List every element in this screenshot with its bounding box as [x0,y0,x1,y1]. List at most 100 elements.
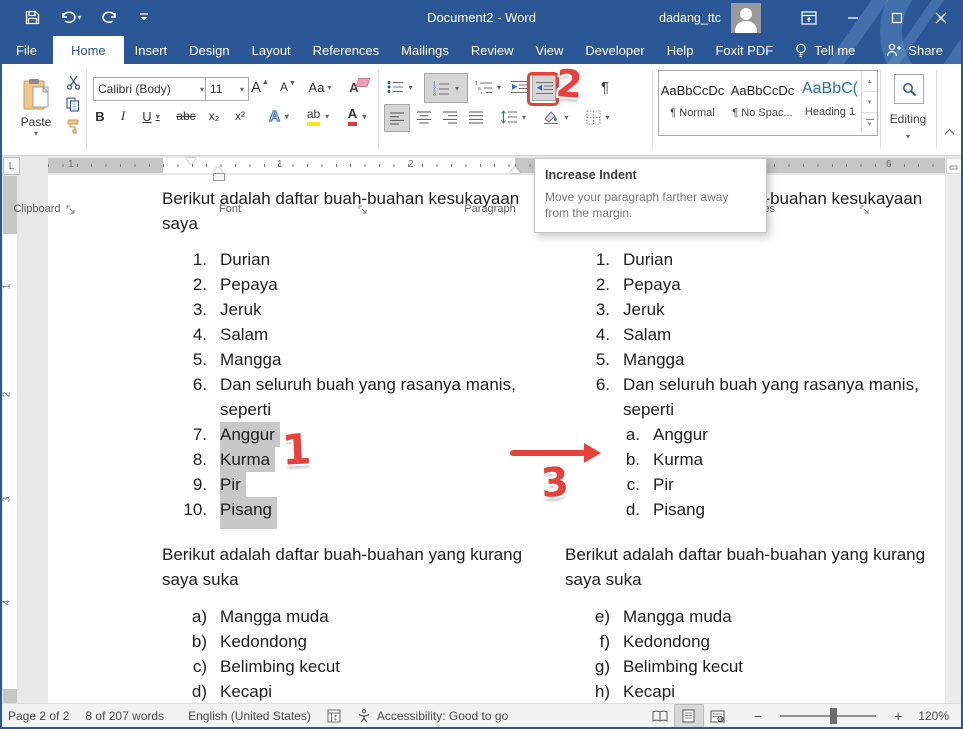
close-button[interactable] [919,0,963,36]
list-item: 3.Jeruk [182,297,560,322]
tab-layout[interactable]: Layout [241,36,302,64]
shrink-font-button[interactable]: A▼ [276,75,300,99]
strikethrough-button[interactable]: abc [172,104,200,128]
list-text: Jeruk [623,297,665,322]
maximize-button[interactable] [875,0,919,36]
tab-insert[interactable]: Insert [124,36,179,64]
list-item: 7.Anggur [182,422,560,447]
list-text: Kedondong [623,629,710,654]
zoom-level[interactable]: 120% [910,704,963,728]
bullets-button[interactable]: ▾ [384,75,416,99]
paste-button[interactable]: Paste ▾ [10,72,62,144]
font-family-dropdown-arrow[interactable]: ▾ [196,85,204,94]
copy-button[interactable] [62,94,84,114]
text-effects-button[interactable]: A▾ [262,104,296,128]
list-text: Mangga muda [623,604,732,629]
style-heading1[interactable]: AaBbC( Heading 1 [799,71,861,133]
list-marker: 8. [182,447,207,472]
grow-font-button[interactable]: A▲ [248,75,272,99]
cut-button[interactable] [62,72,84,92]
page-indicator[interactable]: Page 2 of 2 [0,704,77,728]
macro-record-button[interactable] [319,704,349,728]
align-center-button[interactable] [412,104,436,130]
read-mode-button[interactable] [646,705,674,727]
tab-view[interactable]: View [524,36,574,64]
numbering-button[interactable]: 123 ▾ [424,73,468,103]
font-dialog-launcher[interactable] [358,205,370,217]
paste-dropdown-arrow[interactable]: ▾ [34,129,38,138]
styles-scroll-up[interactable]: ▴ [862,71,877,91]
shading-button[interactable]: ▾ [538,104,574,130]
zoom-out-button[interactable]: − [732,704,770,728]
tab-developer[interactable]: Developer [574,36,655,64]
italic-button[interactable]: I [113,104,133,128]
tab-file[interactable]: File [0,36,53,64]
accessibility-status[interactable]: Accessibility: Good to go [349,704,516,728]
text-highlight-button[interactable]: ab▾ [300,104,336,128]
justify-button[interactable] [464,104,488,130]
ribbon-display-options-button[interactable] [787,0,831,36]
tab-selector-button[interactable]: L [3,157,20,175]
hanging-indent-marker[interactable] [213,166,223,173]
share-button[interactable]: Share [875,36,963,64]
show-paragraph-marks-button[interactable]: ¶ [594,75,616,99]
font-size-dropdown-arrow[interactable]: ▾ [236,85,244,94]
horizontal-ruler[interactable]: 1 1 2 6 [0,155,963,176]
tab-foxit-pdf[interactable]: Foxit PDF [704,36,784,64]
word-count[interactable]: 8 of 207 words [77,704,172,728]
line-spacing-button[interactable]: ▾ [496,104,530,130]
web-layout-button[interactable] [704,705,732,727]
zoom-in-button[interactable]: + [886,704,910,728]
first-line-indent-marker[interactable] [186,158,196,165]
borders-icon [586,110,601,125]
tab-help[interactable]: Help [656,36,705,64]
list-marker: f) [585,629,610,654]
tab-review[interactable]: Review [460,36,525,64]
align-left-button[interactable] [384,104,410,132]
collapse-ribbon-button[interactable] [940,122,958,140]
editing-dropdown-arrow[interactable]: ▾ [884,128,932,142]
superscript-button[interactable]: x² [228,104,252,128]
style-normal[interactable]: AaBbCcDc ¶ Normal [659,71,726,133]
left-indent-marker[interactable] [213,173,225,181]
underline-button[interactable]: U▾ [136,104,166,128]
subscript-button[interactable]: x₂ [202,104,226,128]
list-item: 9.Pir [182,472,560,497]
list-item: 2.Pepaya [585,272,945,297]
align-right-button[interactable] [438,104,462,130]
editing-group[interactable]: Editing ▾ [884,70,932,200]
clipboard-dialog-launcher[interactable] [66,205,78,217]
borders-button[interactable]: ▾ [580,104,616,130]
language-indicator[interactable]: English (United States) [180,704,319,728]
clear-formatting-button[interactable]: A [346,75,372,99]
tab-design[interactable]: Design [178,36,240,64]
format-painter-button[interactable] [62,116,84,136]
change-case-button[interactable]: Aa▾ [304,75,336,99]
tab-references[interactable]: References [302,36,390,64]
minimize-button[interactable] [831,0,875,36]
right-indent-marker[interactable] [510,166,520,173]
font-family-combobox[interactable]: Calibri (Body)▾ [93,77,209,101]
find-button[interactable] [894,74,924,104]
signed-in-user[interactable]: dadang_ttc [659,11,721,25]
vertical-ruler[interactable]: 1 2 3 4 [3,176,17,703]
bold-button[interactable]: B [90,104,110,128]
vertical-scrollbar[interactable] [945,157,962,703]
user-avatar[interactable] [731,3,761,33]
tab-mailings[interactable]: Mailings [390,36,460,64]
document-page[interactable]: Berikut adalah daftar buah-buahan kesuka… [48,175,945,703]
tab-home[interactable]: Home [53,36,124,64]
list-text: Pisang [220,497,277,522]
zoom-slider-thumb[interactable] [830,708,837,724]
zoom-slider[interactable] [780,715,876,717]
style-no-spacing[interactable]: AaBbCcDc ¶ No Spac... [729,71,796,133]
tell-me-box[interactable]: Tell me [784,36,866,64]
styles-scroll-down[interactable]: ▾ [862,91,877,112]
align-center-icon [416,111,432,124]
styles-gallery-more[interactable]: ▾ [862,112,877,133]
multilevel-list-button[interactable]: 1ai ▾ [470,75,506,99]
styles-dialog-launcher[interactable] [860,205,872,217]
print-layout-button[interactable] [674,704,704,728]
font-color-button[interactable]: A▾ [340,104,374,128]
font-size-combobox[interactable]: 11▾ [205,77,249,101]
